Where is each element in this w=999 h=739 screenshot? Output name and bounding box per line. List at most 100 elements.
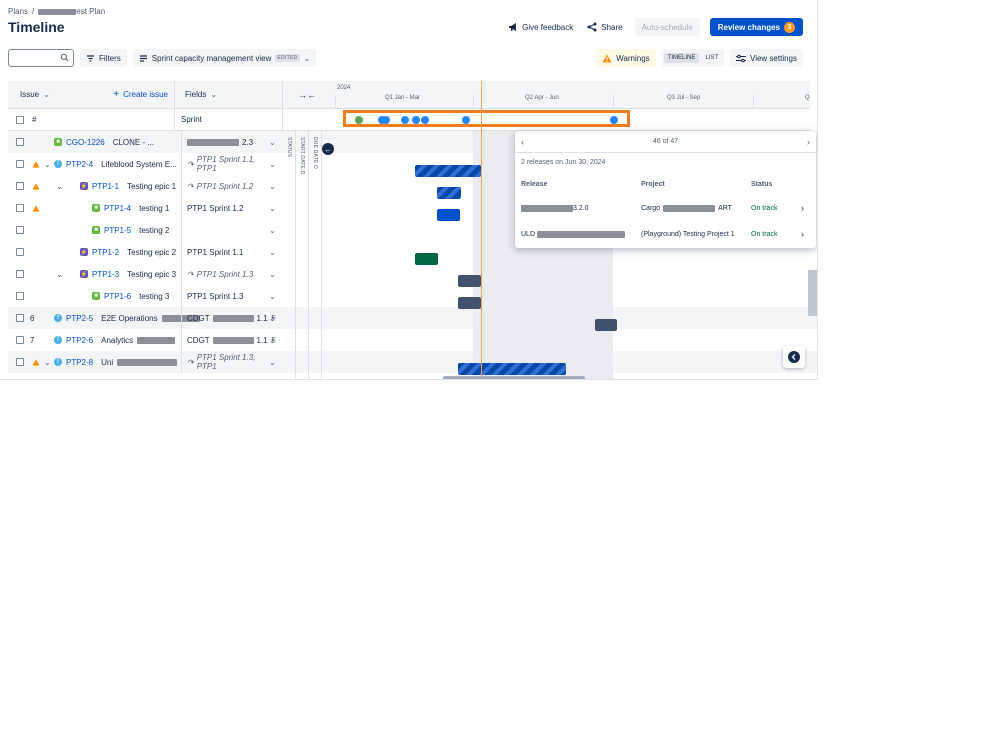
expand-chevron-icon[interactable]: ⌄	[56, 263, 63, 285]
sprint-dropdown-chevron-icon[interactable]: ⌄	[269, 263, 276, 285]
vertical-scrollbar[interactable]	[808, 270, 817, 316]
issue-key[interactable]: PTP2-8	[66, 358, 93, 367]
issue-key[interactable]: PTP2-4	[66, 160, 93, 169]
sprint-dropdown-chevron-icon[interactable]: ⌄	[269, 351, 276, 373]
sprint-value[interactable]: PTP1 Sprint 1.2	[187, 204, 243, 213]
sprint-value[interactable]: PTP1 Sprint 1.3, PTP1	[197, 353, 276, 371]
row-checkbox[interactable]	[16, 138, 24, 146]
review-changes-button[interactable]: Review changes 3	[709, 18, 803, 36]
warning-icon	[602, 54, 612, 62]
expand-chevron-icon[interactable]: ⌄	[56, 175, 63, 197]
timeline-bar[interactable]	[415, 253, 438, 265]
warnings-button[interactable]: Warnings	[596, 49, 656, 67]
timeline-bar[interactable]	[458, 363, 566, 375]
list-mode-button[interactable]: LIST	[701, 53, 722, 63]
row-checkbox[interactable]	[16, 160, 24, 168]
sprint-dropdown-chevron-icon[interactable]: ⌄	[269, 241, 276, 263]
next-release-button[interactable]: ›	[807, 137, 810, 147]
row-number	[30, 263, 40, 285]
redacted-text	[521, 205, 573, 212]
row-checkbox[interactable]	[16, 182, 24, 190]
row-checkbox[interactable]	[16, 226, 24, 234]
pager-label: 46 of 47	[652, 138, 679, 145]
row-checkbox[interactable]	[16, 314, 24, 322]
sprint-value[interactable]: PTP1 Sprint 1.3	[187, 292, 243, 301]
expand-chevron-icon[interactable]: ⌄	[44, 351, 51, 373]
issue-key[interactable]: PTP1-6	[104, 292, 131, 301]
row-checkbox[interactable]	[16, 248, 24, 256]
timeline-bar[interactable]	[458, 275, 481, 287]
breadcrumb-plan[interactable]: est Plan	[38, 7, 105, 16]
sprint-dropdown-chevron-icon[interactable]: ⌄	[269, 153, 276, 175]
release-row-name: ULD	[521, 231, 626, 238]
issue-key[interactable]: PTP1-2	[92, 248, 119, 257]
view-selector[interactable]: Sprint capacity management view EDITED ⌄	[132, 49, 317, 67]
sprint-dropdown-chevron-icon[interactable]: ⌄	[269, 329, 276, 351]
collapse-arrows-icon[interactable]: →←	[298, 90, 316, 100]
sprint-dropdown-chevron-icon[interactable]: ⌄	[269, 307, 276, 329]
row-checkbox[interactable]	[16, 204, 24, 212]
breadcrumb-plans[interactable]: Plans	[8, 7, 28, 16]
sprint-value[interactable]: CDGT	[187, 336, 210, 345]
sprint-dropdown-chevron-icon[interactable]: ⌄	[269, 285, 276, 307]
row-checkbox[interactable]	[16, 292, 24, 300]
issue-summary: Testing epic 2	[127, 247, 177, 257]
previous-release-button[interactable]: ‹	[521, 137, 524, 147]
releases-popup: ‹ 46 of 47 › 2 releases on Jun 30, 2024 …	[515, 131, 816, 248]
release-2-name: ULD	[521, 231, 536, 238]
sprint-value[interactable]: PTP1 Sprint 1.1	[187, 248, 243, 257]
issue-key[interactable]: PTP2-5	[66, 314, 93, 323]
issue-header-label[interactable]: Issue	[20, 90, 39, 99]
sprint-value[interactable]: 2.3	[242, 138, 253, 147]
row-checkbox[interactable]	[16, 270, 24, 278]
fields-header-label[interactable]: Fields	[185, 90, 206, 99]
sprint-value[interactable]: PTP1 Sprint 1.3	[197, 270, 253, 279]
sprint-value[interactable]: CDGT	[187, 314, 210, 323]
sprint-value[interactable]: PTP1 Sprint 1.1, PTP1	[197, 155, 276, 173]
row-checkbox[interactable]	[16, 336, 24, 344]
megaphone-icon	[509, 23, 517, 31]
issue-key[interactable]: PTP1-3	[92, 270, 119, 279]
chevron-left-icon	[788, 351, 800, 363]
auto-schedule-button[interactable]: Auto-schedule	[634, 18, 700, 36]
view-settings-button[interactable]: View settings	[730, 49, 803, 67]
issue-key[interactable]: PTP2-6	[66, 336, 93, 345]
chevron-down-icon: ⌄	[210, 90, 218, 99]
releases-summary: 2 releases on Jun 30, 2024	[521, 159, 606, 166]
rank-header: #	[32, 115, 37, 124]
issue-key[interactable]: PTP1-5	[104, 226, 131, 235]
search-input[interactable]	[8, 49, 74, 67]
collapse-panel-button[interactable]	[783, 346, 805, 368]
row-checkbox[interactable]	[16, 358, 24, 366]
scroll-left-icon[interactable]: ←	[322, 143, 334, 155]
warnings-label: Warnings	[616, 53, 650, 63]
issue-column-header: Issue ⌄ + Create issue	[8, 81, 175, 109]
timeline-bar[interactable]	[595, 319, 617, 331]
view-settings-label: View settings	[750, 53, 797, 63]
give-feedback-button[interactable]: Give feedback	[506, 18, 575, 36]
issue-key[interactable]: PTP1-4	[104, 204, 131, 213]
timeline-bar[interactable]	[437, 209, 460, 221]
issue-key[interactable]: PTP1-1	[92, 182, 119, 191]
filters-button[interactable]: Filters	[80, 49, 127, 67]
horizontal-scrollbar[interactable]	[443, 376, 585, 379]
issue-key[interactable]: CGO-1226	[66, 138, 105, 147]
sprint-dropdown-chevron-icon[interactable]: ⌄	[269, 175, 276, 197]
timeline-bar[interactable]	[415, 165, 481, 177]
timeline-bar[interactable]	[458, 297, 481, 309]
select-all-checkbox[interactable]	[16, 115, 24, 124]
timeline-bar[interactable]	[437, 187, 461, 199]
chevron-right-icon[interactable]: ›	[801, 203, 804, 213]
sprint-dropdown-chevron-icon[interactable]: ⌄	[269, 219, 276, 241]
create-issue-button[interactable]: + Create issue	[113, 89, 168, 100]
story-type-icon: ■	[54, 138, 62, 146]
share-button[interactable]: Share	[585, 18, 624, 36]
sprint-dropdown-chevron-icon[interactable]: ⌄	[269, 131, 276, 153]
epic-type-icon: ⚡	[80, 270, 88, 278]
chevron-right-icon[interactable]: ›	[801, 229, 804, 239]
sprint-dropdown-chevron-icon[interactable]: ⌄	[269, 197, 276, 219]
timeline-mode-button[interactable]: TIMELINE	[663, 53, 700, 63]
expand-chevron-icon[interactable]: ⌄	[44, 153, 51, 175]
sprint-value[interactable]: PTP1 Sprint 1.2	[197, 182, 253, 191]
settings-sliders-icon	[736, 54, 746, 62]
